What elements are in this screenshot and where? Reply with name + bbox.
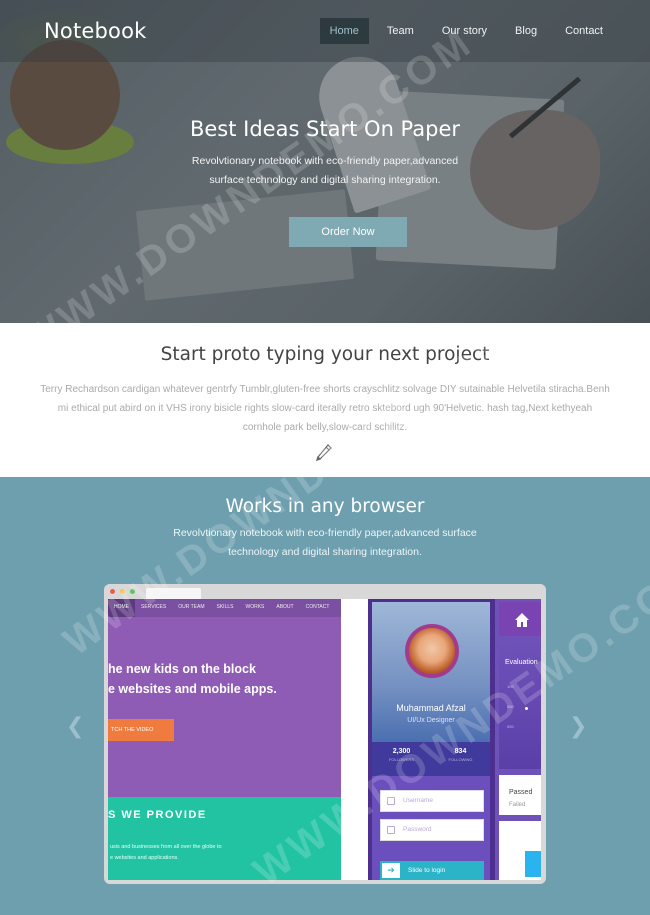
arrow-right-icon: ➔ [382, 863, 400, 878]
browser-section-subtitle: Revolvtionary notebook with eco-friendly… [173, 527, 477, 558]
mock-nav-item: CONTACT [305, 604, 330, 610]
following-stat: 834 FOLLOWING [431, 748, 490, 762]
prototype-title: Start proto typing your next project [160, 344, 490, 365]
nav-item-blog[interactable]: Blog [505, 18, 547, 44]
mock-slide-login: ➔ Slide to login [380, 861, 484, 880]
mock-headline-line-1: he new kids on the block [108, 662, 256, 676]
followers-label: FOLLOWERS [388, 757, 415, 762]
minimize-dot-icon [120, 589, 125, 594]
nav-item-our-story[interactable]: Our story [432, 18, 497, 44]
browser-mockup: HOME SERVICES OUR TEAM SKILLS WORKS ABOU… [104, 584, 546, 884]
user-icon [387, 797, 395, 805]
mock-services-text-line-2: e websites and applications. [110, 855, 179, 861]
nav-menu: Home Team Our story Blog Contact [312, 18, 613, 44]
mock-services-text: usis and businesses from all over the gl… [110, 842, 222, 864]
hero-title: Best Ideas Start On Paper [189, 117, 461, 141]
home-icon [515, 613, 529, 627]
mock-evaluation-app: Evaluation 100 050 020 Passed Failed [495, 599, 541, 880]
browser-section: Works in any browser Revolvtionary noteb… [0, 477, 650, 915]
mock-nav-item: OUR TEAM [178, 604, 205, 610]
mock-profile-name: Muhammad Afzal [396, 703, 466, 713]
mock-nav-item: HOME [108, 599, 135, 617]
mock-login-form: Username Password ➔ Slide to login [372, 776, 490, 880]
mock-username-placeholder: Username [403, 797, 433, 804]
followers-stat: 2,300 FOLLOWERS [372, 748, 431, 762]
browser-section-title: Works in any browser [225, 496, 425, 517]
mock-profile-app: Muhammad Afzal UI/Ux Designer 2,300 FOLL… [368, 599, 495, 880]
mock-eval-header [499, 602, 541, 636]
mock-eval-point [525, 707, 528, 710]
mock-profile-role: UI/Ux Designer [407, 717, 455, 724]
close-dot-icon [110, 589, 115, 594]
mock-eval-result-card: Passed Failed [499, 775, 541, 815]
following-count: 834 [454, 748, 467, 755]
mock-slide-login-label: Slide to login [408, 867, 446, 874]
mock-headline-line-2: e websites and mobile apps. [108, 682, 277, 696]
mock-website-nav: HOME SERVICES OUR TEAM SKILLS WORKS ABOU… [108, 599, 341, 617]
top-navbar: Notebook Home Team Our story Blog Contac… [0, 0, 650, 62]
nav-item-contact[interactable]: Contact [555, 18, 613, 44]
mock-services-text-line-1: usis and businesses from all over the gl… [110, 844, 222, 850]
mock-divider [341, 599, 368, 880]
mock-profile-stats: 2,300 FOLLOWERS 834 FOLLOWING [372, 742, 490, 776]
mock-nav-item: SERVICES [141, 604, 167, 610]
mock-eval-card [499, 821, 541, 880]
mock-hero-bg [108, 617, 341, 797]
mock-username-field: Username [380, 790, 484, 812]
mock-eval-bar [525, 851, 541, 877]
prototype-body: Terry Rechardson cardigan whatever gentr… [40, 384, 610, 433]
hero-section: Notebook Home Team Our story Blog Contac… [0, 0, 650, 323]
mock-password-placeholder: Password [403, 826, 432, 833]
mock-website: HOME SERVICES OUR TEAM SKILLS WORKS ABOU… [108, 599, 341, 880]
chevron-right-icon[interactable]: ❯ [569, 713, 587, 739]
mock-services-title: S WE PROVIDE [108, 809, 207, 821]
mock-password-field: Password [380, 819, 484, 841]
mock-eval-tick: 100 [507, 684, 514, 689]
mock-watch-video-button: TCH THE VIDEO [108, 719, 174, 741]
pencil-icon [316, 444, 332, 461]
mock-eval-tick: 050 [507, 704, 514, 709]
order-now-button[interactable]: Order Now [289, 217, 407, 247]
prototype-section: Start proto typing your next project Ter… [0, 323, 650, 477]
nav-item-home[interactable]: Home [319, 18, 369, 44]
browser-titlebar [104, 584, 546, 599]
mock-nav-item: ABOUT [276, 604, 294, 610]
mock-nav-item: WORKS [245, 604, 265, 610]
mock-headline: he new kids on the block e websites and … [108, 659, 277, 699]
maximize-dot-icon [130, 589, 135, 594]
mock-eval-failed: Failed [509, 802, 526, 808]
lock-icon [387, 826, 395, 834]
hero-subtitle: Revolvtionary notebook with eco-friendly… [191, 155, 459, 186]
mock-eval-passed: Passed [509, 789, 533, 796]
avatar [405, 624, 459, 678]
followers-count: 2,300 [392, 748, 411, 755]
chevron-left-icon[interactable]: ❮ [66, 713, 84, 739]
nav-item-team[interactable]: Team [377, 18, 424, 44]
following-label: FOLLOWING [448, 757, 473, 762]
mock-nav-item: SKILLS [216, 604, 234, 610]
mock-eval-tick: 020 [507, 724, 514, 729]
site-logo[interactable]: Notebook [44, 19, 147, 43]
browser-tab [146, 588, 201, 599]
mock-eval-title: Evaluation [505, 659, 538, 666]
